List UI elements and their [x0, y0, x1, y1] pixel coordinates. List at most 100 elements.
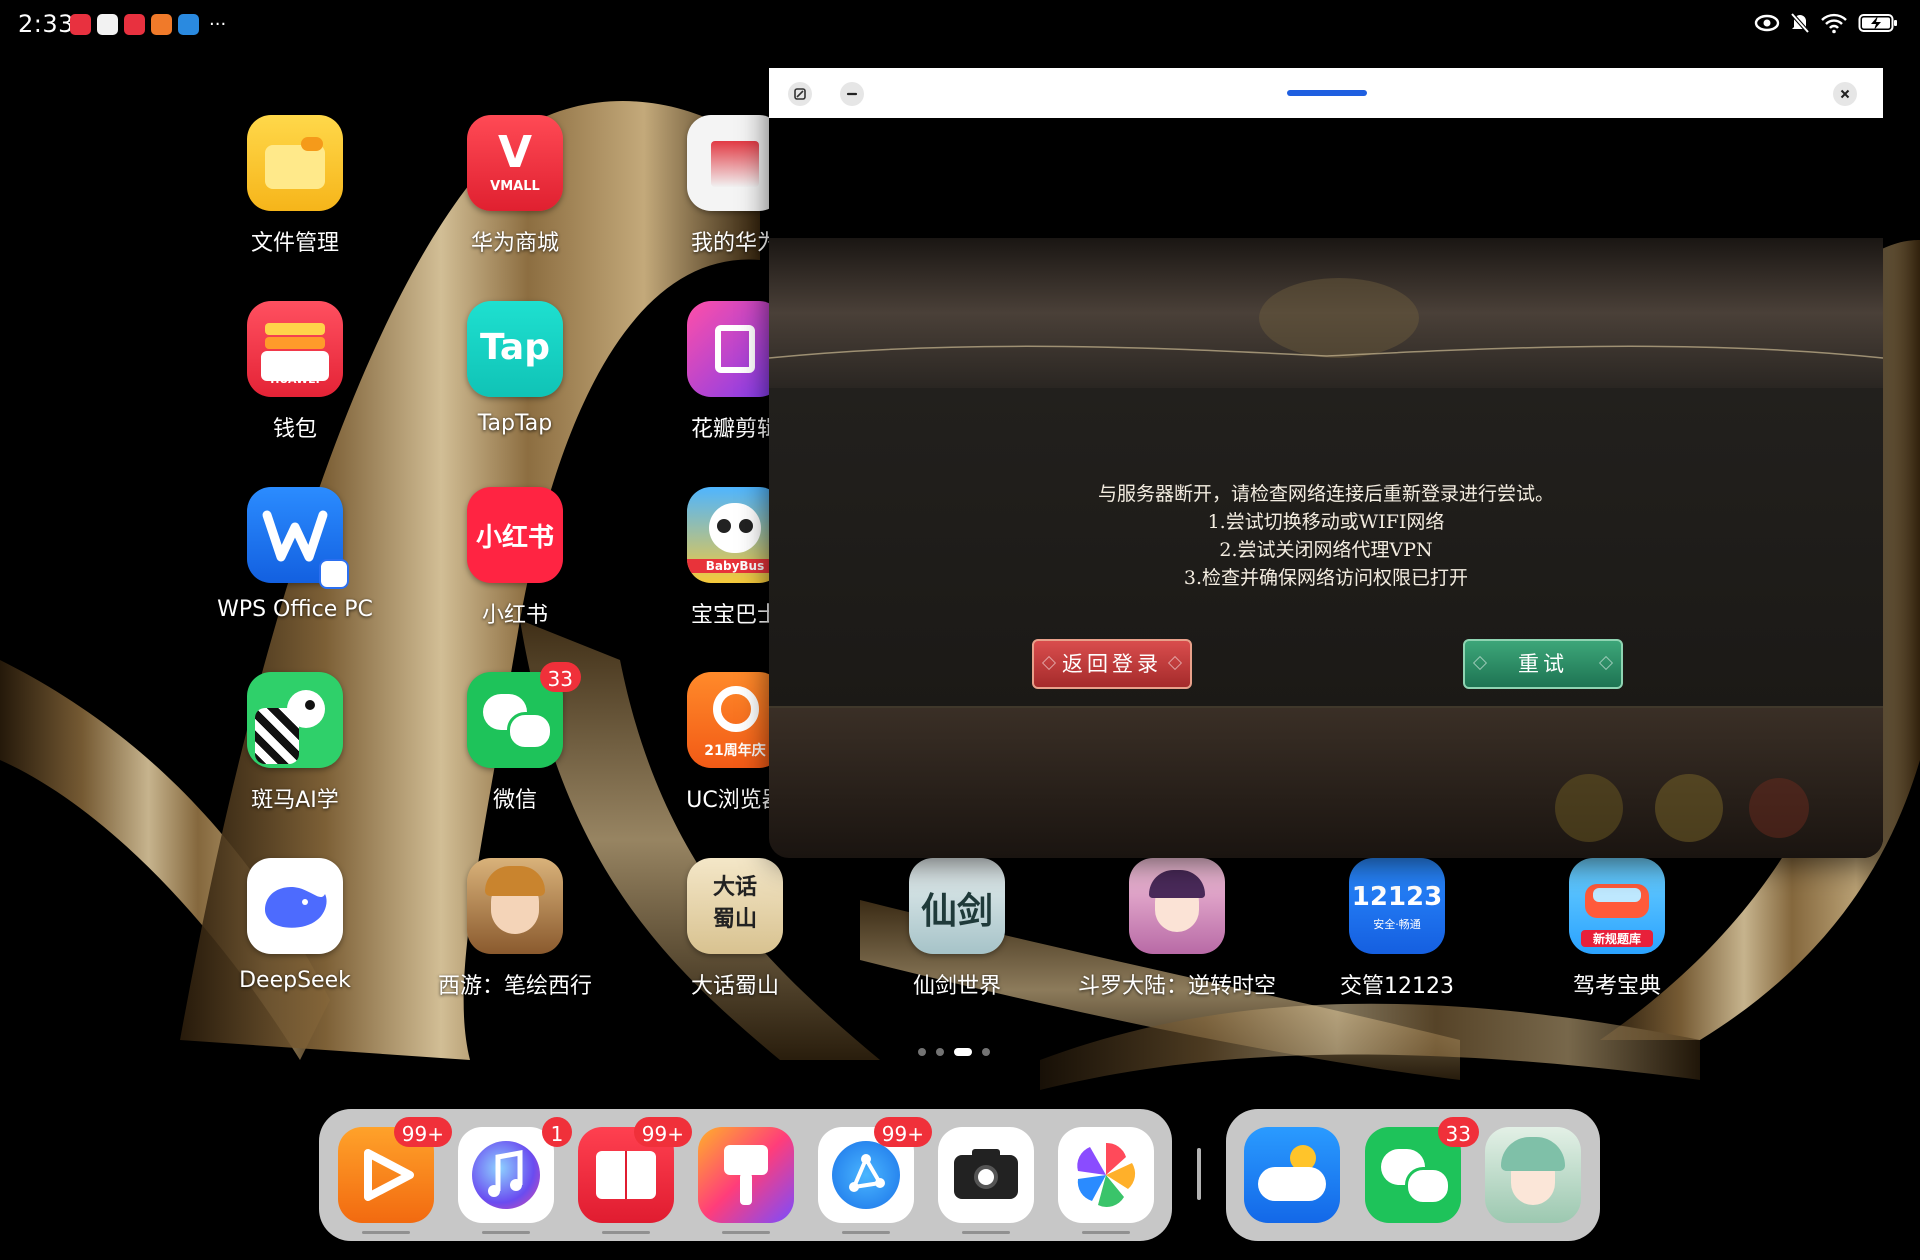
app-vmall[interactable]: V VMALL 华为商城: [405, 115, 625, 257]
app-xianjian[interactable]: 仙剑 仙剑世界: [847, 858, 1067, 1000]
app-wechat[interactable]: 33 微信: [405, 662, 625, 814]
notification-icons: ···: [70, 14, 226, 35]
music-icon: [458, 1127, 554, 1223]
close-icon: [1840, 89, 1850, 99]
message-line: 2.尝试关闭网络代理VPN: [1219, 539, 1433, 561]
window-close-button[interactable]: [1833, 82, 1857, 106]
taptap-icon: Tap: [467, 301, 563, 397]
dock-item-camera[interactable]: [938, 1127, 1034, 1234]
unread-badge: 33: [539, 662, 581, 692]
pc-badge-icon: [319, 559, 349, 589]
themes-icon: [698, 1127, 794, 1223]
app-file-manager[interactable]: 文件管理: [185, 115, 405, 257]
app-label: TapTap: [477, 411, 553, 436]
xianjian-icon: 仙剑: [909, 858, 1005, 954]
unread-badge: 99+: [873, 1117, 932, 1147]
status-bar: 2:33 ···: [0, 0, 1920, 50]
gallery-icon: [1058, 1127, 1154, 1223]
app-label: 华为商城: [470, 231, 559, 256]
dock-separator: [1197, 1148, 1201, 1200]
page-dot[interactable]: [918, 1048, 926, 1056]
browser-notification-icon: [178, 14, 199, 35]
message-line: 3.检查并确保网络访问权限已打开: [1183, 567, 1469, 589]
more-notifications-icon: ···: [209, 13, 227, 35]
unread-badge: 99+: [633, 1117, 692, 1147]
floating-window[interactable]: 与服务器断开，请检查网络连接后重新登录进行尝试。 1.尝试切换移动或WIFI网络…: [769, 68, 1883, 858]
message-line: 1.尝试切换移动或WIFI网络: [1207, 511, 1445, 533]
dahua-shushan-icon: 大话蜀山: [687, 858, 783, 954]
app-taptap[interactable]: Tap TapTap: [405, 301, 625, 436]
app-douluo[interactable]: 斗罗大陆：逆转时空: [1067, 858, 1287, 1000]
retry-button[interactable]: 重试: [1463, 639, 1623, 689]
app-xiaohongshu[interactable]: 小红书 小红书: [405, 487, 625, 629]
dock-item-themes[interactable]: [698, 1127, 794, 1234]
app-zebra-ai[interactable]: 斑马AI学: [185, 672, 405, 814]
app-wps[interactable]: WPS Office PC: [185, 487, 405, 622]
app-label: 仙剑世界: [912, 974, 1001, 999]
folder-icon: [247, 115, 343, 211]
game-screen[interactable]: 与服务器断开，请检查网络连接后重新登录进行尝试。 1.尝试切换移动或WIFI网络…: [769, 118, 1883, 858]
back-to-login-button[interactable]: 返回登录: [1032, 639, 1192, 689]
app-label: 小红书: [481, 603, 548, 628]
back-to-login-label: 返回登录: [1062, 652, 1162, 676]
wallet-icon: HUAWEI: [247, 301, 343, 397]
app-dahua-shushan[interactable]: 大话蜀山 大话蜀山: [625, 858, 845, 1000]
dock-item-books[interactable]: 99+: [578, 1117, 692, 1234]
app-label: 斑马AI学: [251, 788, 339, 813]
unread-badge: 99+: [393, 1117, 452, 1147]
silent-bell-icon: [1790, 12, 1810, 34]
page-indicator[interactable]: [918, 1048, 990, 1056]
app-deepseek[interactable]: DeepSeek: [185, 858, 405, 993]
minimize-icon: [846, 92, 858, 96]
app-label: 大话蜀山: [690, 974, 779, 999]
dock-item-video[interactable]: 99+: [338, 1117, 452, 1234]
app-wallet[interactable]: HUAWEI 钱包: [185, 301, 405, 443]
dock-item-browser[interactable]: 99+: [818, 1117, 932, 1234]
running-indicator: [362, 1231, 410, 1234]
camera-icon: [938, 1127, 1034, 1223]
window-titlebar[interactable]: [769, 68, 1883, 118]
page-dot[interactable]: [936, 1048, 944, 1056]
dock-item-weather[interactable]: [1244, 1127, 1340, 1223]
app-label: 交管12123: [1340, 974, 1454, 999]
eye-comfort-icon: [1754, 14, 1780, 32]
xiaohongshu-icon: 小红书: [467, 487, 563, 583]
page-dot-active[interactable]: [954, 1048, 972, 1056]
battery-charging-icon: [1858, 14, 1897, 32]
running-indicator: [482, 1231, 530, 1234]
dock-item-game[interactable]: [1485, 1127, 1581, 1223]
unread-badge: 33: [1437, 1117, 1479, 1147]
unread-badge: 1: [542, 1117, 572, 1147]
status-icons: [1754, 12, 1898, 34]
window-minimize-button[interactable]: [840, 82, 864, 106]
dock-item-wechat[interactable]: 33: [1365, 1117, 1479, 1223]
app-label: 斗罗大陆：逆转时空: [1077, 974, 1276, 999]
expand-icon: [794, 88, 806, 100]
dock-item-gallery[interactable]: [1058, 1127, 1154, 1234]
app-label: WPS Office PC: [217, 597, 373, 622]
driving-test-icon: 新规题库: [1569, 858, 1665, 954]
running-indicator: [602, 1231, 650, 1234]
app-driving-test[interactable]: 新规题库 驾考宝典: [1507, 858, 1727, 1000]
xiyou-game-icon: [467, 858, 563, 954]
dock-recent: 33: [1226, 1109, 1600, 1241]
app-xiyou[interactable]: 西游：笔绘西行: [405, 858, 625, 1000]
wifi-icon: [1821, 13, 1847, 34]
window-maximize-button[interactable]: [788, 82, 812, 106]
message-line: 与服务器断开，请检查网络连接后重新登录进行尝试。: [1097, 483, 1554, 505]
app-traffic-12123[interactable]: 12123 安全·畅通 交管12123: [1287, 858, 1507, 1000]
window-drag-handle[interactable]: [1287, 90, 1367, 96]
vmall-notification-icon: [70, 14, 91, 35]
game-character-icon: [1485, 1127, 1581, 1223]
app-label: 西游：笔绘西行: [437, 974, 592, 999]
running-indicator: [1082, 1231, 1130, 1234]
dock-item-music[interactable]: 1: [458, 1117, 572, 1234]
uc-notification-icon: [151, 14, 172, 35]
app-label: 驾考宝典: [1572, 974, 1661, 999]
app-label: DeepSeek: [239, 968, 351, 993]
app-label: 文件管理: [250, 231, 339, 256]
app-label: 微信: [492, 788, 537, 813]
disconnect-message: 与服务器断开，请检查网络连接后重新登录进行尝试。 1.尝试切换移动或WIFI网络…: [769, 480, 1883, 592]
page-dot[interactable]: [982, 1048, 990, 1056]
dock-main: 99+ 1 99+ 99+: [319, 1109, 1172, 1241]
